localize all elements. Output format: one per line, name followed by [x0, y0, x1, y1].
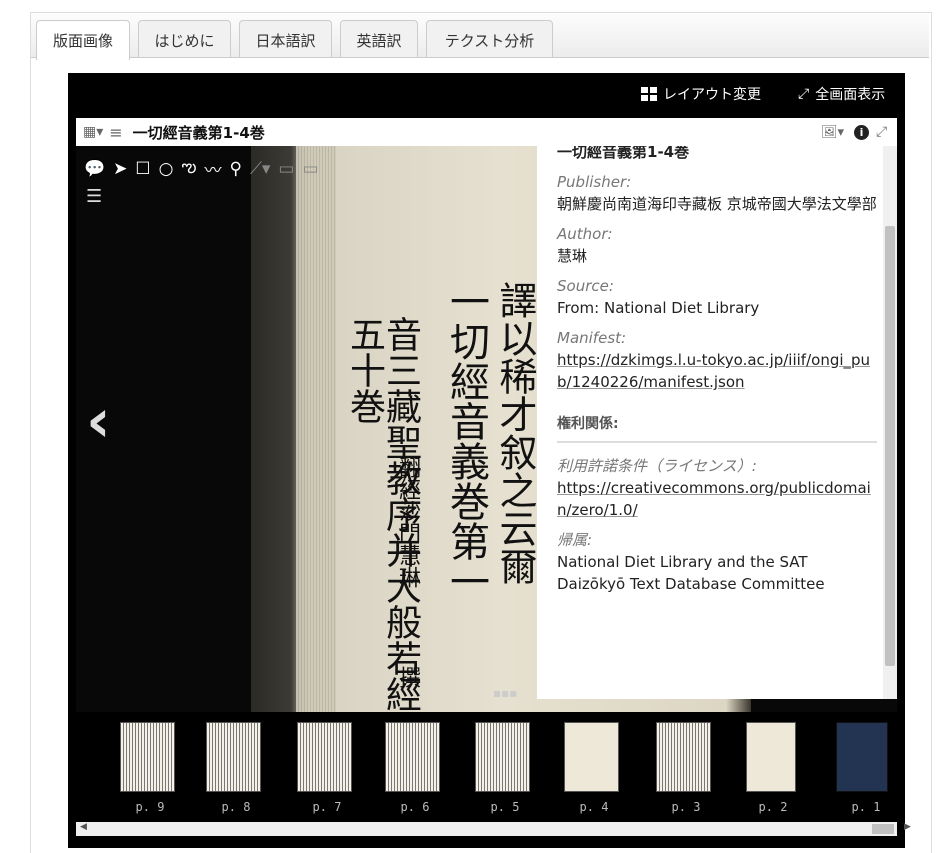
page-edge [296, 146, 336, 712]
thumbnail-scrollbar[interactable]: ◀ ▶ [76, 822, 911, 836]
circle-icon[interactable]: ○ [159, 159, 174, 179]
stroke-color-icon[interactable]: ▭ [278, 159, 294, 179]
expand-icon: ⤢ [798, 86, 810, 102]
tab-text-analysis[interactable]: テクスト分析 [426, 20, 553, 57]
info-panel: 一切經音義第1-4巻 Publisher: 朝鮮慶尚南道海印寺藏板 京城帝國大學… [537, 146, 897, 699]
thumbnail[interactable]: p. 3 [656, 722, 716, 814]
info-icon[interactable]: i [854, 124, 869, 140]
rectangle-icon[interactable]: ☐ [135, 159, 150, 179]
tab-introduction[interactable]: はじめに [138, 20, 231, 57]
settings-sliders-icon[interactable]: ☰ [86, 186, 102, 207]
polyline-icon[interactable]: 〰 [205, 156, 222, 181]
thumbnail-label: p. 8 [221, 800, 251, 814]
thumbnail[interactable]: p. 8 [206, 722, 266, 814]
manifest-link[interactable]: https://dzkimgs.l.u-tokyo.ac.jp/iiif/ong… [557, 349, 877, 393]
license-label: 利用許諾条件（ライセンス）: [557, 457, 757, 475]
publisher-value: 朝鮮慶尚南道海印寺藏板 京城帝國大學法文學部 [557, 195, 877, 213]
panel-header: ▦▾ ≡ 一切經音義第1-4巻 🖼▾ i ⤢ [76, 118, 897, 146]
thumbnail[interactable]: p. 2 [746, 722, 806, 814]
author-label: Author: [557, 225, 613, 243]
thumbnail[interactable]: p. 1 [836, 722, 896, 814]
info-title: 一切經音義第1-4巻 [557, 146, 690, 161]
thumbnail[interactable]: p. 5 [475, 722, 535, 814]
publisher-label: Publisher: [557, 173, 632, 191]
freehand-icon[interactable]: ఌ [182, 157, 197, 181]
canvas-dots-icon: ▪▪▪ [493, 686, 518, 700]
tab-page-image[interactable]: 版面画像 [36, 20, 130, 60]
maximize-icon[interactable]: ⤢ [876, 124, 887, 140]
tab-english-translation[interactable]: 英語訳 [340, 20, 418, 57]
thumbnail[interactable]: p. 9 [120, 722, 180, 814]
thumbnail[interactable]: p. 6 [385, 722, 445, 814]
source-value: From: National Diet Library [557, 299, 760, 317]
source-label: Source: [557, 277, 614, 295]
thumbnail-label: p. 2 [758, 800, 788, 814]
image-options-icon[interactable]: 🖼▾ [821, 125, 844, 140]
thumbnail-label: p. 9 [135, 800, 165, 814]
tab-japanese-translation[interactable]: 日本語訳 [239, 20, 332, 57]
tab-bar: 版面画像 はじめに 日本語訳 英語訳 テクスト分析 [31, 13, 929, 60]
scrollbar-thumb[interactable] [872, 824, 894, 834]
thumbnail-label: p. 6 [400, 800, 430, 814]
thumbnail-label: p. 7 [312, 800, 342, 814]
fullscreen-label: 全画面表示 [815, 87, 886, 103]
page-text-column: 撰 [395, 666, 420, 688]
scroll-right-icon[interactable]: ▶ [904, 822, 911, 832]
pointer-icon[interactable]: ➤ [113, 159, 127, 179]
pin-icon[interactable]: ⚲ [230, 159, 242, 179]
thumbnail[interactable]: p. 7 [297, 722, 357, 814]
fullscreen-button[interactable]: ⤢ 全画面表示 [798, 84, 885, 104]
panel-title: 一切經音義第1-4巻 [132, 123, 265, 142]
layout-change-label: レイアウト変更 [663, 87, 761, 103]
attribution-value: National Diet Library and the SAT Daizōk… [557, 553, 825, 593]
image-canvas[interactable]: 音三藏聖教序并大般若經五十巻 一切經音義巻第一 翻經沙門慧琳 撰 譯以稀才叙之云… [76, 146, 897, 712]
thumbnail-label: p. 5 [490, 800, 520, 814]
viewer-top-toolbar: レイアウト変更 ⤢ 全画面表示 [68, 73, 905, 111]
info-scrollbar[interactable] [883, 146, 897, 699]
manifest-label: Manifest: [557, 329, 627, 347]
thumbnail-label: p. 4 [579, 800, 609, 814]
line-style-icon[interactable]: ⟋▾ [250, 159, 270, 179]
page-text-column: 譯以稀才叙之云爾 [493, 281, 537, 585]
info-scrollbar-thumb[interactable] [885, 226, 895, 666]
menu-icon[interactable]: ≡ [109, 123, 122, 142]
mirador-viewer: レイアウト変更 ⤢ 全画面表示 ▦▾ ≡ 一切經音義第1-4巻 🖼▾ i ⤢ 音… [68, 73, 911, 848]
grid-view-icon[interactable]: ▦▾ [83, 124, 103, 140]
thumbnail-label: p. 1 [851, 800, 881, 814]
fill-color-icon[interactable]: ▭ [302, 159, 318, 179]
author-value: 慧琳 [557, 247, 588, 265]
layout-change-button[interactable]: レイアウト変更 [641, 84, 761, 104]
thumbnail-strip: p. 9 p. 8 p. 7 p. 6 p. 5 p. 4 p. 3 p. 2 [76, 712, 897, 822]
page-text-column: 翻經沙門慧琳 [395, 456, 420, 588]
license-link[interactable]: https://creativecommons.org/publicdomain… [557, 477, 877, 521]
rights-heading: 権利関係: [557, 413, 877, 443]
thumbnail[interactable]: p. 4 [564, 722, 624, 814]
scroll-left-icon[interactable]: ◀ [80, 822, 87, 832]
annotation-tools: 💬 ➤ ☐ ○ ఌ 〰 ⚲ ⟋▾ ▭ ▭ [84, 156, 319, 182]
grid-icon [641, 87, 657, 101]
attribution-label: 帰属: [557, 531, 593, 549]
page-text-column: 一切經音義巻第一 [443, 281, 489, 601]
comment-icon[interactable]: 💬 [84, 159, 105, 179]
prev-page-button[interactable]: ‹ [86, 386, 111, 456]
thumbnail-label: p. 3 [671, 800, 701, 814]
